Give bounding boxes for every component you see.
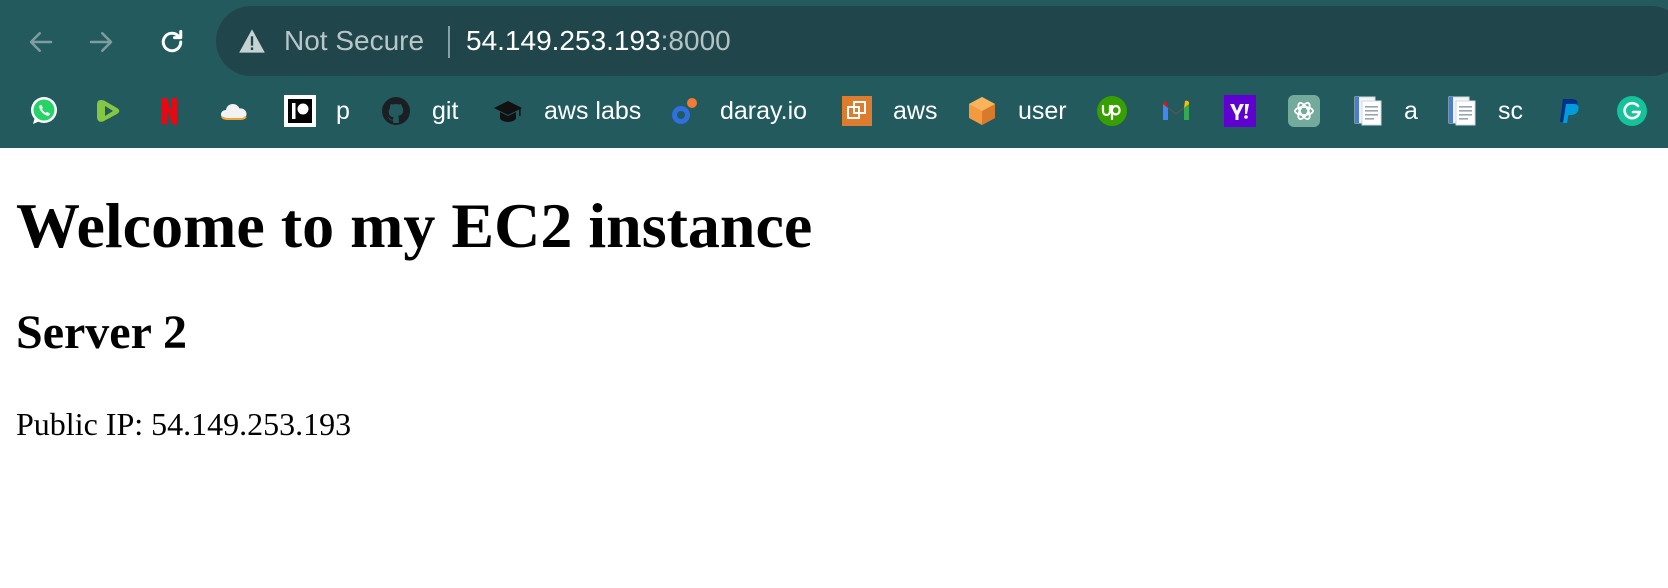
url-host: 54.149.253.193 — [466, 25, 661, 56]
chatgpt-icon — [1288, 95, 1320, 127]
netflix-icon — [153, 95, 185, 127]
bookmarks-bar: p git aws labs daray.io aws user a sc — [0, 90, 1668, 132]
bookmark-aws[interactable]: aws — [841, 90, 937, 132]
arrow-left-icon — [29, 32, 53, 52]
bookmark-cloud[interactable] — [218, 90, 270, 132]
url-port: :8000 — [660, 25, 731, 56]
bookmark-whatsapp[interactable] — [28, 90, 80, 132]
browser-chrome: Not Secure 54.149.253.193:8000 p git aws… — [0, 0, 1668, 148]
bookmark-sc[interactable]: sc — [1446, 90, 1523, 132]
bookmark-chatgpt[interactable] — [1288, 90, 1340, 132]
bookmark-a[interactable]: a — [1352, 90, 1418, 132]
document-icon — [1352, 95, 1384, 127]
bookmark-label: git — [432, 97, 459, 125]
bookmark-upwork[interactable] — [1096, 90, 1148, 132]
bookmark-paypal[interactable] — [1553, 90, 1605, 132]
bookmark-patreon[interactable]: p — [284, 90, 350, 132]
upwork-icon — [1096, 95, 1128, 127]
url-text[interactable]: 54.149.253.193:8000 — [466, 24, 731, 58]
cloud-icon — [218, 95, 250, 127]
reload-icon — [161, 29, 183, 53]
bookmark-label: sc — [1498, 97, 1523, 125]
browser-toolbar: Not Secure 54.149.253.193:8000 — [0, 0, 1668, 82]
grammarly-icon — [1616, 95, 1648, 127]
warning-triangle-icon — [239, 29, 265, 53]
aws-console-icon — [841, 95, 873, 127]
gmail-icon — [1160, 95, 1192, 127]
back-button[interactable] — [20, 21, 62, 63]
bookmark-label: a — [1404, 97, 1418, 125]
github-icon — [380, 95, 412, 127]
bookmark-netflix[interactable] — [153, 90, 205, 132]
bookmark-yahoo[interactable] — [1224, 90, 1276, 132]
daray-icon — [668, 95, 700, 127]
reload-button[interactable] — [151, 21, 193, 63]
bookmark-daray[interactable]: daray.io — [668, 90, 807, 132]
bookmark-gmail[interactable] — [1160, 90, 1212, 132]
bookmark-github[interactable]: git — [380, 90, 458, 132]
page-title: Welcome to my EC2 instance — [16, 190, 813, 261]
bookmark-aws-labs[interactable]: aws labs — [492, 90, 641, 132]
bookmark-label: p — [336, 97, 350, 125]
public-ip-text: Public IP: 54.149.253.193 — [16, 406, 352, 442]
bookmark-label: user — [1018, 97, 1067, 125]
paypal-icon — [1553, 95, 1585, 127]
page-subtitle: Server 2 — [16, 306, 188, 359]
bookmark-grammarly[interactable] — [1616, 90, 1668, 132]
box-icon — [966, 95, 998, 127]
graduation-cap-icon — [492, 95, 524, 127]
security-status-label[interactable]: Not Secure — [284, 24, 424, 58]
whatsapp-icon — [28, 95, 60, 127]
bookmark-label: aws labs — [544, 97, 642, 125]
bookmark-user[interactable]: user — [966, 90, 1067, 132]
arrow-right-icon — [89, 32, 113, 52]
page-content: Welcome to my EC2 instance Server 2 Publ… — [0, 148, 1668, 588]
address-bar[interactable]: Not Secure 54.149.253.193:8000 — [216, 6, 1668, 76]
bookmark-rumble[interactable] — [92, 90, 144, 132]
rumble-icon — [92, 95, 124, 127]
document-icon — [1446, 95, 1478, 127]
omnibox-divider — [448, 26, 450, 58]
patreon-icon — [284, 95, 316, 127]
bookmark-label: aws — [893, 97, 938, 125]
bookmark-label: daray.io — [720, 97, 808, 125]
yahoo-icon — [1224, 95, 1256, 127]
forward-button[interactable] — [80, 21, 122, 63]
